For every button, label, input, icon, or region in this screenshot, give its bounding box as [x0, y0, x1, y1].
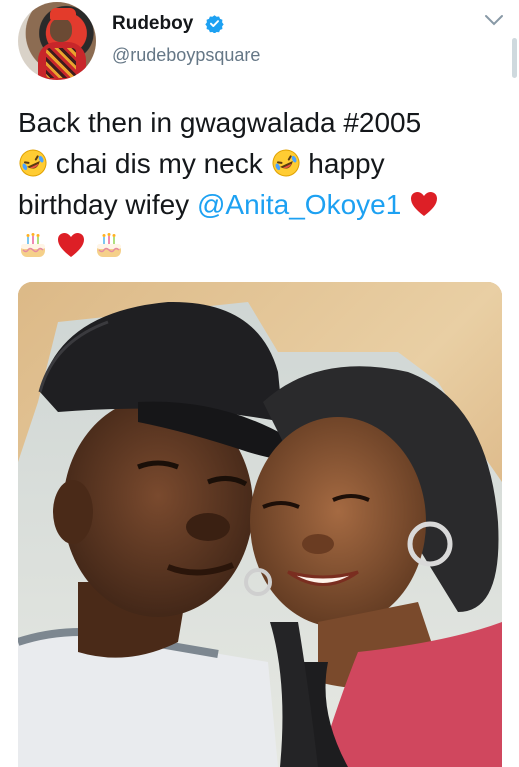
mention-link[interactable]: @Anita_Okoye1	[197, 189, 401, 220]
verified-badge-icon	[205, 15, 224, 33]
tweet-line-1: Back then in gwagwalada #2005	[18, 107, 422, 138]
username-handle[interactable]: @rudeboypsquare	[112, 45, 260, 66]
tweet-line-2-end: happy	[300, 148, 385, 179]
scrollbar[interactable]	[512, 38, 517, 78]
tweet-text: Back then in gwagwalada #2005 chai dis m…	[18, 102, 508, 266]
chevron-down-icon[interactable]	[484, 14, 504, 26]
avatar[interactable]	[18, 2, 96, 80]
birthday-cake-icon	[96, 233, 121, 257]
tweet-line-3: birthday wifey @Anita_Okoye1	[18, 184, 508, 225]
avatar-face	[50, 18, 72, 42]
rolling-on-floor-laughing-icon	[19, 149, 47, 177]
red-heart-icon	[411, 192, 438, 216]
red-heart-icon	[57, 233, 84, 257]
tweet-line-4	[18, 225, 508, 266]
avatar-hat	[50, 8, 76, 20]
display-name[interactable]: Rudeboy	[112, 13, 193, 35]
avatar-pattern	[46, 48, 76, 78]
tweet-line-2: chai dis my neck happy	[18, 143, 508, 184]
photo-illustration	[18, 282, 502, 767]
birthday-cake-icon	[21, 233, 45, 257]
tweet-line-3-text: birthday wifey	[18, 189, 197, 220]
tweet-line-2-text: chai dis my neck	[48, 148, 271, 179]
tweet-photo[interactable]	[18, 282, 502, 767]
rolling-on-floor-laughing-icon	[272, 149, 300, 177]
